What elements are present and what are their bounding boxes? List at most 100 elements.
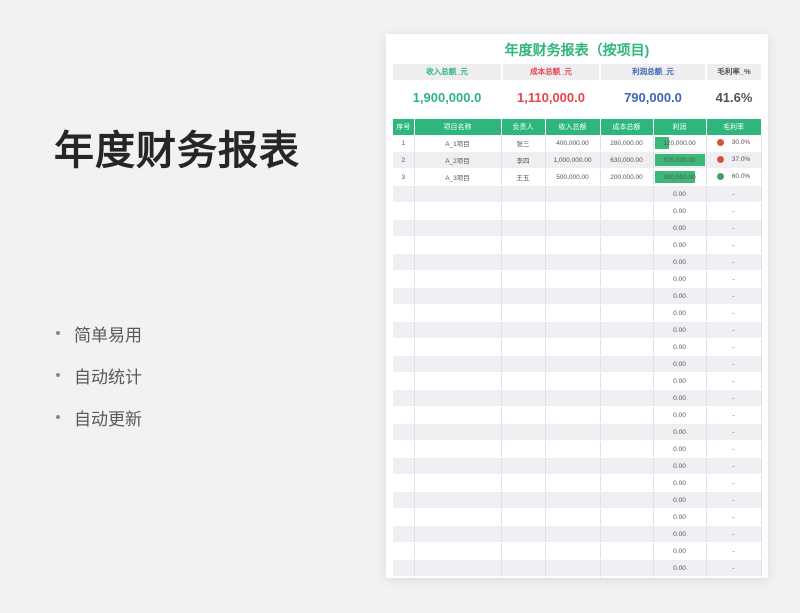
kpi-value: 1,110,000.0 bbox=[517, 90, 585, 105]
owner: 李四 bbox=[501, 151, 546, 169]
profit-value: 0.00 bbox=[653, 491, 707, 509]
empty-cell bbox=[545, 508, 601, 526]
empty-cell bbox=[600, 287, 654, 305]
owner: 王五 bbox=[501, 168, 546, 186]
empty-cell bbox=[600, 253, 654, 271]
empty-row: 0.00- bbox=[393, 457, 762, 475]
empty-cell bbox=[501, 355, 546, 373]
empty-cell bbox=[501, 287, 546, 305]
margin-value: - bbox=[706, 202, 762, 220]
empty-row: 0.00- bbox=[393, 253, 762, 271]
empty-cell bbox=[393, 474, 415, 492]
empty-cell bbox=[600, 559, 654, 577]
row-number: 2 bbox=[393, 151, 415, 169]
profit-value: 0.00 bbox=[653, 576, 707, 578]
profit-value: 0.00 bbox=[653, 440, 707, 458]
margin-value: - bbox=[706, 525, 762, 543]
empty-cell bbox=[393, 253, 415, 271]
profit-value: 0.00 bbox=[653, 559, 707, 577]
margin-value: - bbox=[706, 406, 762, 424]
margin-value: - bbox=[706, 219, 762, 237]
empty-cell bbox=[545, 406, 601, 424]
margin-cell: 30.0% bbox=[706, 135, 762, 152]
empty-cell bbox=[600, 542, 654, 560]
empty-cell bbox=[600, 185, 654, 203]
margin-value: - bbox=[706, 559, 762, 577]
empty-cell bbox=[414, 389, 502, 407]
margin-value: - bbox=[706, 423, 762, 441]
empty-cell bbox=[414, 236, 502, 254]
status-dot-icon bbox=[716, 173, 724, 181]
empty-row: 0.00- bbox=[393, 576, 762, 578]
empty-cell bbox=[600, 270, 654, 288]
empty-cell bbox=[600, 219, 654, 237]
margin-value: - bbox=[706, 304, 762, 322]
empty-cell bbox=[393, 236, 415, 254]
profit-value: 0.00 bbox=[653, 236, 707, 254]
empty-row: 0.00- bbox=[393, 287, 762, 305]
empty-row: 0.00- bbox=[393, 355, 762, 373]
empty-cell bbox=[393, 406, 415, 424]
table-row: 1 A_1项目 张三 400,000.00 280,000.00 120,000.00 30… bbox=[393, 135, 762, 152]
kpi-value: 41.6% bbox=[715, 90, 753, 105]
empty-cell bbox=[414, 508, 502, 526]
margin-value: 60.0% bbox=[731, 173, 751, 181]
margin-value: - bbox=[706, 457, 762, 475]
kpi-revenue: 收入总额_元 1,900,000.0 bbox=[393, 64, 501, 122]
profit-value: 0.00 bbox=[653, 253, 707, 271]
margin-cell: 60.0% bbox=[706, 168, 762, 186]
empty-cell bbox=[545, 576, 601, 578]
empty-cell bbox=[501, 321, 546, 339]
profit-value: 0.00 bbox=[653, 287, 707, 305]
empty-cell bbox=[501, 389, 546, 407]
empty-cell bbox=[545, 219, 601, 237]
margin-cell: 37.0% bbox=[706, 151, 762, 169]
empty-cell bbox=[393, 270, 415, 288]
status-dot-icon bbox=[716, 139, 724, 147]
empty-cell bbox=[414, 474, 502, 492]
margin-value: - bbox=[706, 321, 762, 339]
kpi-margin: 毛利率_% 41.6% bbox=[707, 64, 761, 122]
empty-row: 0.00- bbox=[393, 525, 762, 543]
empty-cell bbox=[545, 423, 601, 441]
margin-value: - bbox=[706, 185, 762, 203]
empty-cell bbox=[545, 338, 601, 356]
promo-title: 年度财务报表 bbox=[54, 129, 300, 173]
empty-cell bbox=[600, 304, 654, 322]
empty-cell bbox=[600, 202, 654, 220]
empty-cell bbox=[414, 372, 502, 390]
project-name: A_1项目 bbox=[414, 135, 502, 152]
project-name: A_3项目 bbox=[414, 168, 502, 186]
empty-cell bbox=[393, 355, 415, 373]
empty-cell bbox=[501, 559, 546, 577]
empty-cell bbox=[501, 304, 546, 322]
empty-cell bbox=[414, 491, 502, 509]
empty-cell bbox=[414, 440, 502, 458]
empty-cell bbox=[545, 202, 601, 220]
column-header: 序号 bbox=[393, 119, 415, 135]
column-header: 项目名称 bbox=[414, 119, 502, 135]
empty-cell bbox=[393, 576, 415, 578]
column-header: 成本总额 bbox=[600, 119, 654, 135]
project-name: A_2项目 bbox=[414, 151, 502, 169]
empty-cell bbox=[393, 457, 415, 475]
margin-value: - bbox=[706, 542, 762, 560]
spreadsheet-preview: 年度财务报表（按项目) 收入总额_元 1,900,000.0 成本总额_元 1,… bbox=[386, 34, 768, 578]
kpi-label: 毛利率_% bbox=[707, 64, 761, 80]
margin-value: - bbox=[706, 338, 762, 356]
empty-row: 0.00- bbox=[393, 185, 762, 203]
profit-value: 0.00 bbox=[653, 355, 707, 373]
margin-value: 30.0% bbox=[731, 139, 751, 147]
row-number: 3 bbox=[393, 168, 415, 186]
kpi-label: 利润总额_元 bbox=[601, 64, 705, 80]
empty-cell bbox=[545, 355, 601, 373]
cost: 200,000.00 bbox=[600, 168, 654, 186]
empty-cell bbox=[545, 525, 601, 543]
column-header: 利润 bbox=[653, 119, 707, 135]
empty-cell bbox=[414, 338, 502, 356]
empty-row: 0.00- bbox=[393, 304, 762, 322]
profit-value: 0.00 bbox=[653, 525, 707, 543]
empty-row: 0.00- bbox=[393, 491, 762, 509]
profit-value: 0.00 bbox=[653, 219, 707, 237]
column-header: 毛利率 bbox=[706, 119, 762, 135]
